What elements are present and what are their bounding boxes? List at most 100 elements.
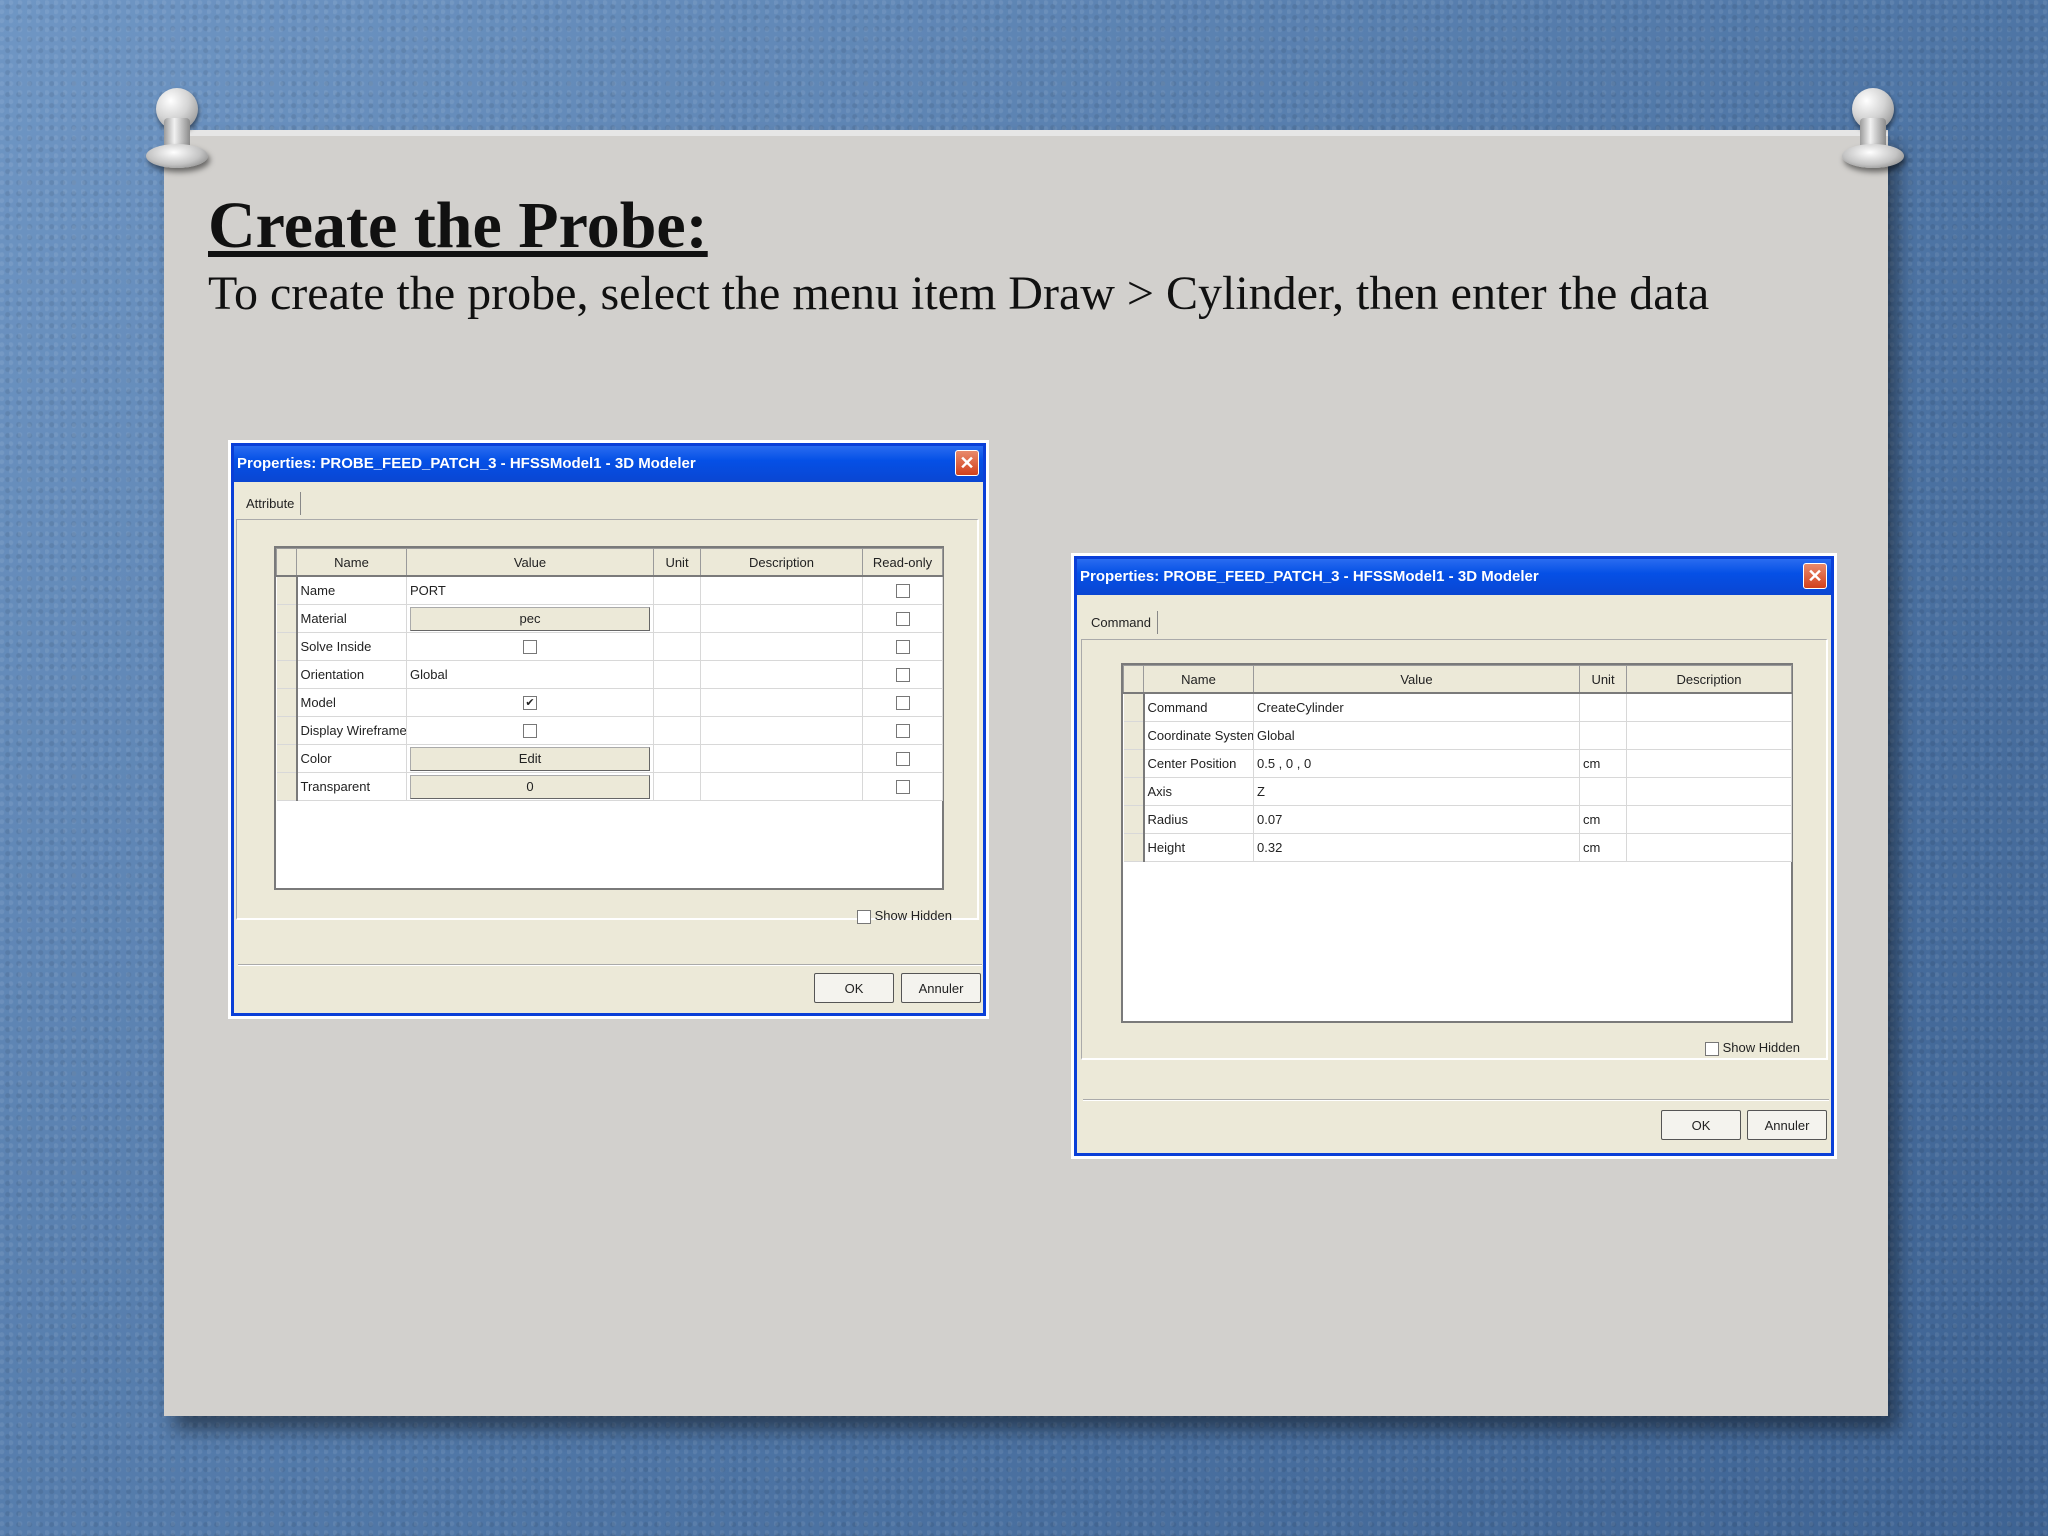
table-row[interactable]: Radius 0.07 cm xyxy=(1123,805,1792,834)
unit-cell xyxy=(653,688,701,717)
table-row[interactable]: Orientation Global xyxy=(276,660,943,689)
column-header-read-only[interactable]: Read-only xyxy=(862,548,943,577)
row-header[interactable] xyxy=(276,604,298,633)
row-header[interactable] xyxy=(1123,693,1145,722)
pushpin-icon xyxy=(142,88,214,176)
unit-cell[interactable] xyxy=(1579,777,1627,806)
close-icon[interactable]: ✕ xyxy=(1803,563,1827,589)
dialog-titlebar[interactable]: Properties: PROBE_FEED_PATCH_3 - HFSSMod… xyxy=(234,446,983,482)
property-name: Center Position xyxy=(1143,749,1254,778)
table-row[interactable]: Coordinate System Global xyxy=(1123,721,1792,750)
read-only-checkbox[interactable] xyxy=(895,724,910,739)
property-value-input[interactable]: 0.07 xyxy=(1253,805,1580,834)
unit-cell xyxy=(653,716,701,745)
material-button[interactable]: pec xyxy=(410,606,650,631)
row-header[interactable] xyxy=(276,632,298,661)
display-wireframe-checkbox[interactable] xyxy=(523,724,537,739)
row-header[interactable] xyxy=(276,716,298,745)
table-row[interactable]: Solve Inside xyxy=(276,632,943,661)
table-row[interactable]: Height 0.32 cm xyxy=(1123,833,1792,862)
description-cell xyxy=(1626,749,1792,778)
row-header[interactable] xyxy=(276,688,298,717)
table-row[interactable]: Axis Z xyxy=(1123,777,1792,806)
property-value-input[interactable]: 0.32 xyxy=(1253,833,1580,862)
grid-header-row: Name Value Unit Description Read-only xyxy=(276,548,943,577)
unit-cell[interactable]: cm xyxy=(1579,833,1627,862)
table-row[interactable]: Model ✔ xyxy=(276,688,943,717)
table-row[interactable]: Name PORT xyxy=(276,576,943,605)
table-row[interactable]: Command CreateCylinder xyxy=(1123,693,1792,722)
read-only-checkbox[interactable] xyxy=(895,752,910,767)
dialog-titlebar[interactable]: Properties: PROBE_FEED_PATCH_3 - HFSSMod… xyxy=(1077,559,1831,595)
property-value-input[interactable]: Global xyxy=(406,660,654,689)
description-cell xyxy=(1626,777,1792,806)
show-hidden-checkbox[interactable] xyxy=(857,909,871,924)
column-header-unit[interactable]: Unit xyxy=(1579,665,1627,694)
read-only-cell xyxy=(862,688,943,717)
row-header[interactable] xyxy=(1123,833,1145,862)
close-icon[interactable]: ✕ xyxy=(955,450,979,476)
description-cell xyxy=(1626,805,1792,834)
divider xyxy=(238,964,982,966)
table-row[interactable]: Display Wireframe xyxy=(276,716,943,745)
row-header[interactable] xyxy=(276,576,298,605)
tab-command[interactable]: Command xyxy=(1085,611,1158,634)
property-value-input[interactable]: 0.5 , 0 , 0 xyxy=(1253,749,1580,778)
table-row[interactable]: Transparent 0 xyxy=(276,772,943,801)
dialog-title: Properties: PROBE_FEED_PATCH_3 - HFSSMod… xyxy=(237,455,696,472)
read-only-checkbox[interactable] xyxy=(895,696,910,711)
column-header-name[interactable]: Name xyxy=(1143,665,1254,694)
show-hidden-checkbox[interactable] xyxy=(1705,1041,1719,1056)
property-grid: Name Value Unit Description Command Crea… xyxy=(1121,663,1793,1023)
read-only-checkbox[interactable] xyxy=(895,612,910,627)
unit-cell[interactable] xyxy=(1579,721,1627,750)
read-only-cell xyxy=(862,660,943,689)
transparency-slider-button[interactable]: 0 xyxy=(410,774,650,799)
property-value-input[interactable]: CreateCylinder xyxy=(1253,693,1580,722)
ok-button[interactable]: OK xyxy=(814,973,894,1003)
row-header[interactable] xyxy=(1123,805,1145,834)
read-only-checkbox[interactable] xyxy=(895,668,910,683)
column-header-unit[interactable]: Unit xyxy=(653,548,701,577)
property-value-input[interactable]: PORT xyxy=(406,576,654,605)
property-value-input[interactable]: Z xyxy=(1253,777,1580,806)
column-header-description[interactable]: Description xyxy=(1626,665,1792,694)
row-header[interactable] xyxy=(276,772,298,801)
unit-cell[interactable]: cm xyxy=(1579,749,1627,778)
color-edit-button[interactable]: Edit xyxy=(410,746,650,771)
read-only-checkbox[interactable] xyxy=(895,584,910,599)
solve-inside-value-cell xyxy=(406,632,654,661)
unit-cell xyxy=(653,576,701,605)
table-row[interactable]: Material pec xyxy=(276,604,943,633)
table-row[interactable]: Color Edit xyxy=(276,744,943,773)
show-hidden-toggle[interactable]: Show Hidden xyxy=(1705,1040,1800,1056)
read-only-checkbox[interactable] xyxy=(895,780,910,795)
row-header[interactable] xyxy=(276,744,298,773)
grid-corner xyxy=(1123,665,1144,694)
read-only-cell xyxy=(862,604,943,633)
row-header[interactable] xyxy=(276,660,298,689)
solve-inside-checkbox[interactable] xyxy=(523,640,537,655)
row-header[interactable] xyxy=(1123,777,1145,806)
read-only-cell xyxy=(862,744,943,773)
cancel-button[interactable]: Annuler xyxy=(1747,1110,1827,1140)
column-header-value[interactable]: Value xyxy=(1253,665,1580,694)
tab-attribute[interactable]: Attribute xyxy=(240,492,302,515)
column-header-description[interactable]: Description xyxy=(700,548,863,577)
unit-cell xyxy=(653,660,701,689)
unit-cell[interactable]: cm xyxy=(1579,805,1627,834)
show-hidden-toggle[interactable]: Show Hidden xyxy=(857,908,952,924)
table-row[interactable]: Center Position 0.5 , 0 , 0 cm xyxy=(1123,749,1792,778)
row-header[interactable] xyxy=(1123,721,1145,750)
description-cell xyxy=(1626,833,1792,862)
column-header-name[interactable]: Name xyxy=(296,548,407,577)
read-only-checkbox[interactable] xyxy=(895,640,910,655)
unit-cell[interactable] xyxy=(1579,693,1627,722)
description-cell xyxy=(700,772,863,801)
cancel-button[interactable]: Annuler xyxy=(901,973,981,1003)
ok-button[interactable]: OK xyxy=(1661,1110,1741,1140)
column-header-value[interactable]: Value xyxy=(406,548,654,577)
row-header[interactable] xyxy=(1123,749,1145,778)
property-value-input[interactable]: Global xyxy=(1253,721,1580,750)
model-checkbox[interactable]: ✔ xyxy=(523,696,537,711)
